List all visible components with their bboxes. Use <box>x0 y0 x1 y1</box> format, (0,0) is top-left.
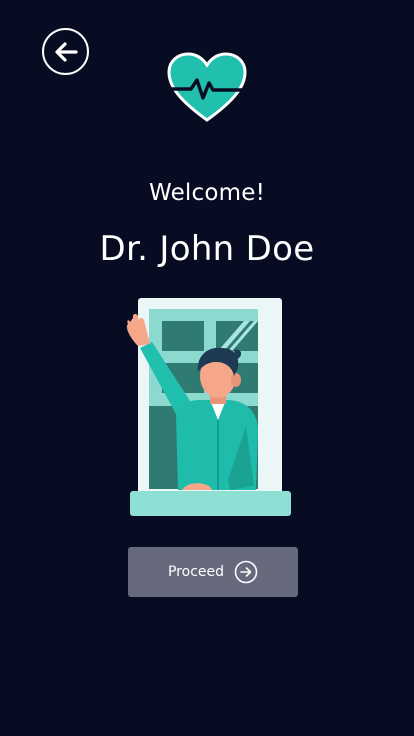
back-button[interactable] <box>42 28 89 75</box>
welcome-text: Welcome! <box>148 180 266 206</box>
proceed-label: Proceed <box>167 564 225 580</box>
doctor-waving-window-illustration <box>126 298 291 516</box>
arrow-right-circle-icon <box>234 560 258 584</box>
doctor-name: Dr. John Doe <box>99 229 315 269</box>
heart-pulse-icon <box>167 52 247 122</box>
proceed-button[interactable]: Proceed <box>128 547 298 597</box>
arrow-left-icon <box>54 41 78 62</box>
